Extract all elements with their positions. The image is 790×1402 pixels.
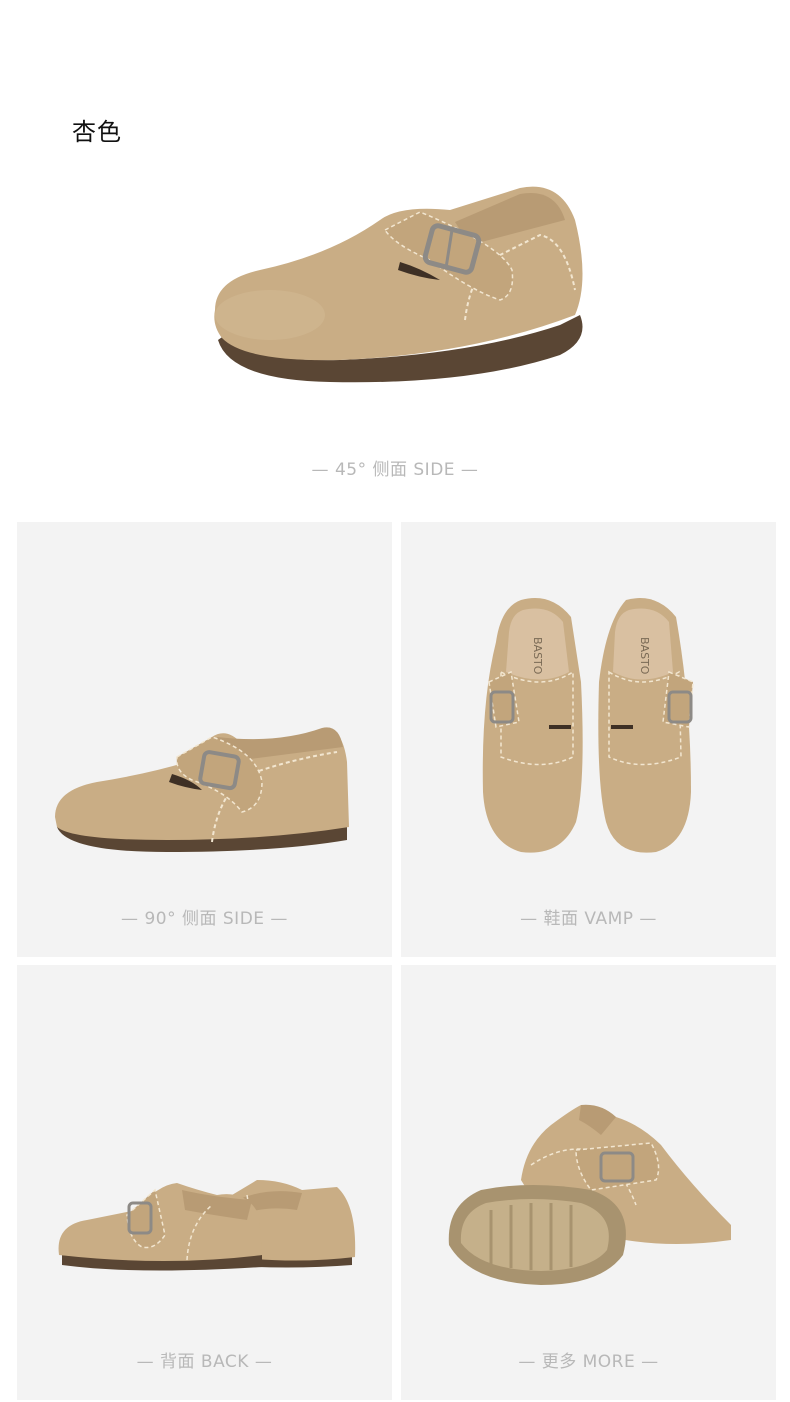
back-caption: — 背面 BACK — <box>136 1352 273 1372</box>
side-90-shoe-image <box>55 727 349 852</box>
side-90-caption: — 90° 侧面 SIDE — <box>121 909 288 929</box>
view-back: — 背面 BACK — <box>17 965 392 1400</box>
color-name-title: 杏色 <box>72 118 122 146</box>
view-side-90: — 90° 侧面 SIDE — <box>17 522 392 957</box>
left-insole-brand: BASTO <box>531 637 544 675</box>
hero-caption: — 45° 侧面 SIDE — <box>311 460 479 480</box>
back-shoe-image <box>58 1180 356 1271</box>
view-vamp: BASTO BASTO — 鞋面 VAMP — <box>401 522 776 957</box>
more-caption: — 更多 MORE — <box>518 1352 659 1372</box>
right-insole-brand: BASTO <box>638 637 651 675</box>
view-more: — 更多 MORE — <box>401 965 776 1400</box>
hero-shoe-image <box>0 150 790 420</box>
vamp-shoe-image: BASTO BASTO <box>482 598 694 853</box>
more-shoe-image <box>448 1104 731 1285</box>
vamp-caption: — 鞋面 VAMP — <box>520 909 657 929</box>
